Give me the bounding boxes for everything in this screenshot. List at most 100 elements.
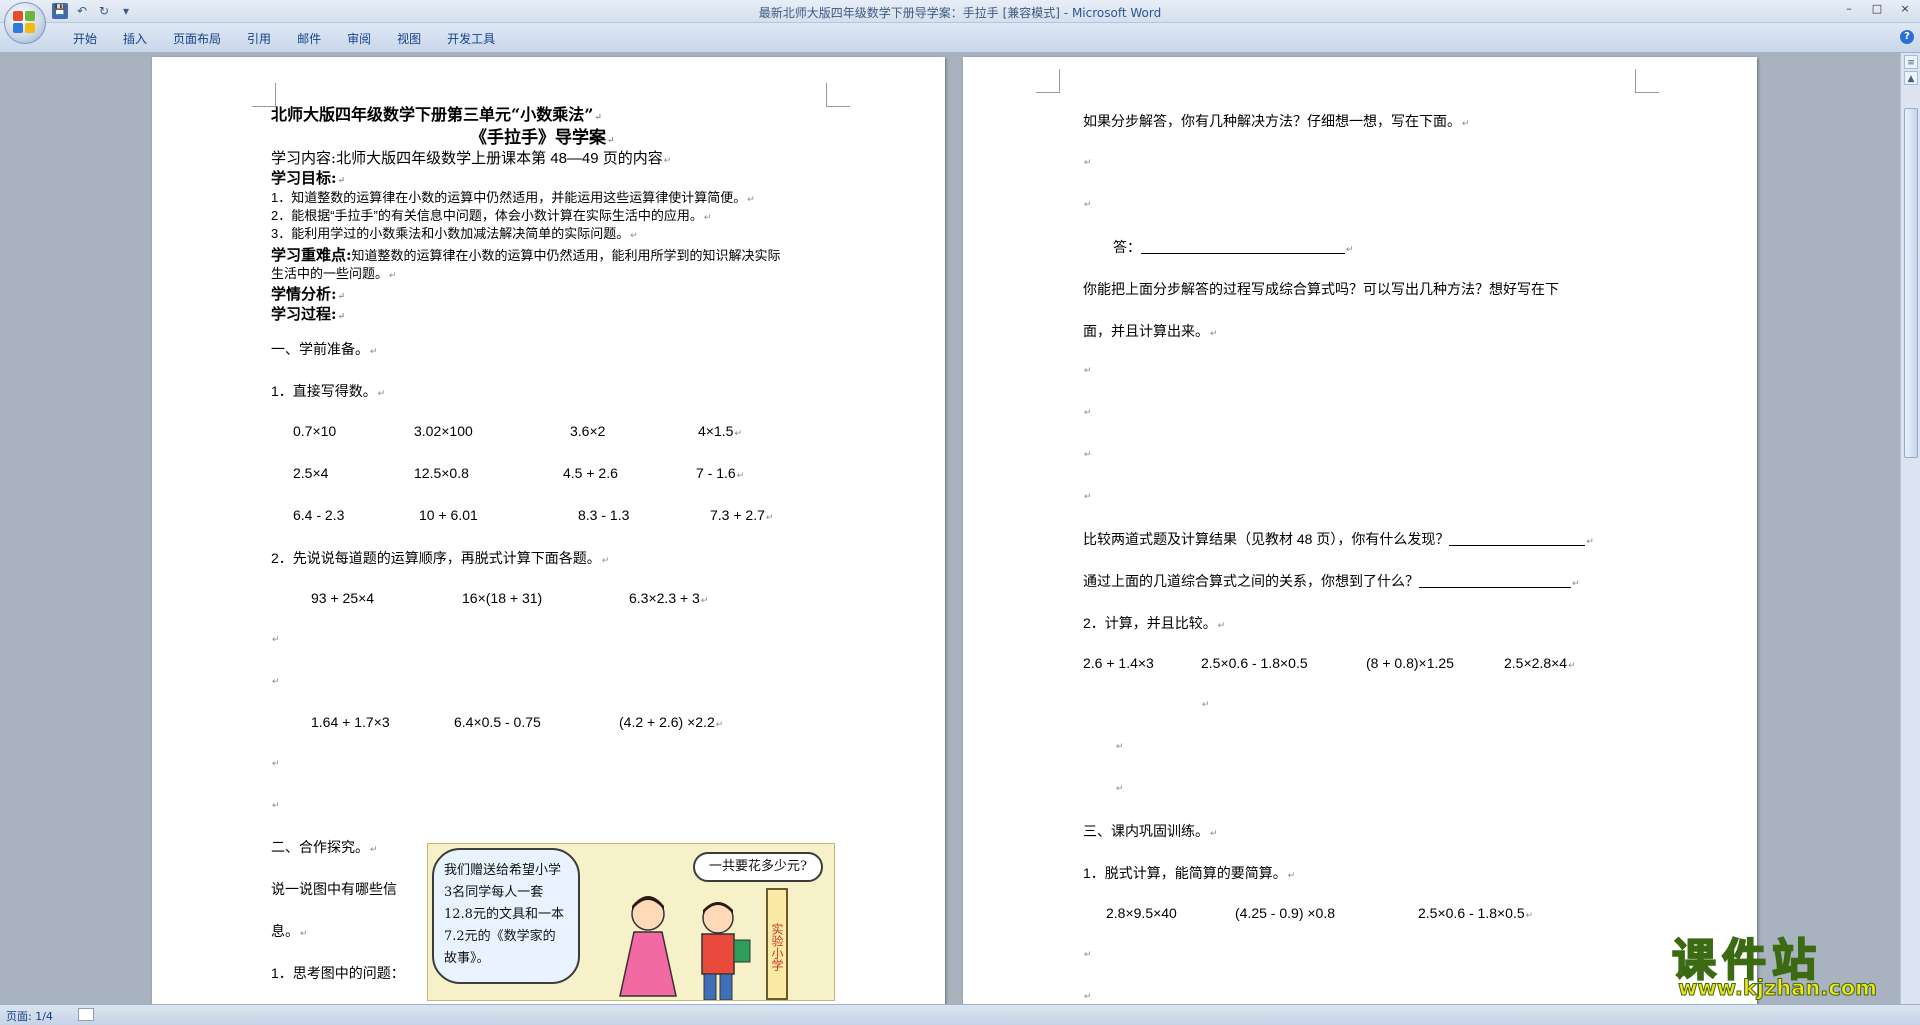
- paragraph-mark: ↵: [1084, 157, 1092, 167]
- crop-mark: [1635, 69, 1659, 93]
- p2-para-2: 你能把上面分步解答的过程写成综合算式吗？可以写出几种方法？想好写在下: [1083, 281, 1559, 297]
- goal-item-1: 1．知道整数的运算律在小数的运算中仍然适用，并能运用这些运算律使计算简便。↵: [271, 190, 755, 205]
- p2-para-1: 如果分步解答，你有几种解决方法？仔细想一想，写在下面。↵: [1083, 113, 1470, 129]
- minimize-button[interactable]: –: [1840, 2, 1858, 15]
- goal-item-2: 2．能根据“手拉手”的有关信息中问题，体会小数计算在实际生活中的应用。↵: [271, 208, 712, 223]
- expr: 3.02×100: [414, 423, 473, 439]
- expr: 2.5×4: [293, 465, 329, 481]
- expr: 3.6×2: [570, 423, 606, 439]
- expr: 4.5 + 2.6: [563, 465, 618, 481]
- office-logo-icon: [13, 11, 37, 35]
- expr: 1.64 + 1.7×3: [311, 714, 390, 730]
- p2-para-4: 通过上面的几道综合算式之间的关系，你想到了什么？ ↵: [1083, 573, 1580, 589]
- key-points: 学习重难点:知道整数的运算律在小数的运算中仍然适用，能利用所学到的知识解决实际: [271, 246, 781, 264]
- expr: 93 + 25×4: [311, 590, 375, 606]
- window-controls: – □ ×: [1840, 2, 1914, 15]
- expr: 7.3 + 2.7↵: [710, 507, 774, 523]
- maximize-button[interactable]: □: [1868, 2, 1886, 15]
- tab-view[interactable]: 视图: [384, 30, 434, 47]
- scroll-thumb[interactable]: [1904, 108, 1918, 458]
- question-bubble: 一共要花多少元?: [693, 852, 823, 882]
- expr: 6.3×2.3 + 3↵: [629, 590, 709, 606]
- answer-line: 答： ↵: [1113, 239, 1354, 255]
- question-2: 2．先说说每道题的运算顺序，再脱式计算下面各题。↵: [271, 550, 610, 566]
- expr: 2.5×0.6 - 1.8×0.5: [1201, 655, 1308, 671]
- crop-mark: [1036, 69, 1060, 93]
- document-title: 最新北师大版四年级数学下册导学案：手拉手 [兼容模式]: [758, 6, 1060, 20]
- watermark-logo: 课件站 www.kjzhan.com: [1668, 924, 1900, 1004]
- page-count[interactable]: 页面: 1/4: [6, 1008, 53, 1024]
- window-title: 最新北师大版四年级数学下册导学案：手拉手 [兼容模式] - Microsoft …: [0, 4, 1920, 21]
- discuss-line-2: 息。↵: [271, 923, 308, 939]
- p2-para-2-cont: 面，并且计算出来。↵: [1083, 323, 1218, 339]
- paragraph-mark: ↵: [1084, 949, 1092, 959]
- paragraph-mark: ↵: [1084, 199, 1092, 209]
- paragraph-mark: ↵: [272, 634, 280, 644]
- doc-title-line2: 《手拉手》导学案↵: [470, 128, 615, 148]
- paragraph-mark: ↵: [1084, 991, 1092, 1001]
- analysis-heading: 学情分析:↵: [271, 285, 346, 303]
- tab-developer[interactable]: 开发工具: [434, 30, 508, 47]
- ribbon-tabs: 开始 插入 页面布局 引用 邮件 审阅 视图 开发工具: [60, 30, 508, 47]
- tab-references[interactable]: 引用: [234, 30, 284, 47]
- goal-item-3: 3．能利用学过的小数乘法和小数加减法解决简单的实际问题。↵: [271, 226, 638, 241]
- scroll-up-arrow-icon[interactable]: ▲: [1904, 71, 1918, 85]
- expr: 10 + 6.01: [419, 507, 478, 523]
- question-1: 1．直接写得数。↵: [271, 383, 386, 399]
- doc-title-line1: 北师大版四年级数学下册第三单元“小数乘法”↵: [271, 105, 602, 124]
- content-line: 学习内容:北师大版四年级数学上册课本第 48—49 页的内容↵: [271, 149, 672, 167]
- section-1-heading: 一、学前准备。↵: [271, 341, 378, 357]
- expr: 0.7×10: [293, 423, 337, 439]
- title-bar: 💾 ↶ ↻ ▾ 最新北师大版四年级数学下册导学案：手拉手 [兼容模式] - Mi…: [0, 0, 1920, 44]
- speech-bubble: 我们赠送给希望小学3名同学每人一套12.8元的文具和一本7.2元的《数学家的故事…: [432, 848, 580, 984]
- tab-home[interactable]: 开始: [60, 30, 110, 47]
- title-separator: -: [1059, 6, 1072, 20]
- p2-question-3: 1．脱式计算，能简算的要简算。↵: [1083, 865, 1296, 881]
- watermark-url: www.kjzhan.com: [1677, 976, 1878, 1001]
- paragraph-mark: ↵: [272, 800, 280, 810]
- paragraph-mark: ↵: [1084, 491, 1092, 501]
- expr: 8.3 - 1.3: [578, 507, 630, 523]
- tab-mailings[interactable]: 邮件: [284, 30, 334, 47]
- document-page-2[interactable]: 如果分步解答，你有几种解决方法？仔细想一想，写在下面。↵ ↵ ↵ 答： ↵ 你能把…: [963, 57, 1757, 1004]
- paragraph-mark: ↵: [1202, 699, 1210, 709]
- p2-para-3: 比较两道式题及计算结果（见教材 48 页），你有什么发现？ ↵: [1083, 531, 1594, 547]
- expr: 4×1.5↵: [698, 423, 742, 439]
- close-button[interactable]: ×: [1896, 2, 1914, 15]
- vertical-scrollbar[interactable]: ≡ ▲: [1900, 53, 1920, 1004]
- expr: (4.2 + 2.6) ×2.2↵: [619, 714, 724, 730]
- illustration-image: 我们赠送给希望小学3名同学每人一套12.8元的文具和一本7.2元的《数学家的故事…: [427, 843, 835, 1001]
- document-area: 北师大版四年级数学下册第三单元“小数乘法”↵ 《手拉手》导学案↵ 学习内容:北师…: [0, 53, 1900, 1004]
- paragraph-mark: ↵: [1084, 407, 1092, 417]
- expr: 2.8×9.5×40: [1106, 905, 1177, 921]
- expr: 2.6 + 1.4×3: [1083, 655, 1154, 671]
- office-button[interactable]: [4, 2, 46, 44]
- paragraph-mark: ↵: [272, 676, 280, 686]
- status-bar: 页面: 1/4: [0, 1004, 1920, 1025]
- key-points-cont: 生活中的一些问题。↵: [271, 266, 397, 281]
- section-2-heading: 二、合作探究。↵: [271, 839, 378, 855]
- expr: 16×(18 + 31): [462, 590, 543, 606]
- expr: (8 + 0.8)×1.25: [1366, 655, 1454, 671]
- expr: 2.5×0.6 - 1.8×0.5↵: [1418, 905, 1534, 921]
- expr: 6.4 - 2.3: [293, 507, 345, 523]
- help-icon[interactable]: ?: [1900, 30, 1914, 44]
- ruler-toggle-icon[interactable]: ≡: [1904, 55, 1918, 69]
- tab-review[interactable]: 审阅: [334, 30, 384, 47]
- p2-question-2: 2．计算，并且比较。↵: [1083, 615, 1226, 631]
- tab-insert[interactable]: 插入: [110, 30, 160, 47]
- expr: 12.5×0.8: [414, 465, 469, 481]
- paragraph-mark: ↵: [1084, 449, 1092, 459]
- document-page-1[interactable]: 北师大版四年级数学下册第三单元“小数乘法”↵ 《手拉手》导学案↵ 学习内容:北师…: [152, 57, 945, 1004]
- think-question: 1．思考图中的问题：: [271, 965, 405, 981]
- paragraph-mark: ↵: [272, 758, 280, 768]
- expr: (4.25 - 0.9) ×0.8: [1235, 905, 1336, 921]
- app-name: Microsoft Word: [1071, 6, 1162, 20]
- discuss-line-1: 说一说图中有哪些信: [271, 881, 397, 897]
- paragraph-mark: ↵: [1116, 741, 1124, 751]
- paragraph-mark: ↵: [1116, 783, 1124, 793]
- expr: 2.5×2.8×4↵: [1504, 655, 1576, 671]
- proofing-icon[interactable]: [78, 1008, 94, 1021]
- crop-mark: [826, 83, 850, 107]
- tab-page-layout[interactable]: 页面布局: [160, 30, 234, 47]
